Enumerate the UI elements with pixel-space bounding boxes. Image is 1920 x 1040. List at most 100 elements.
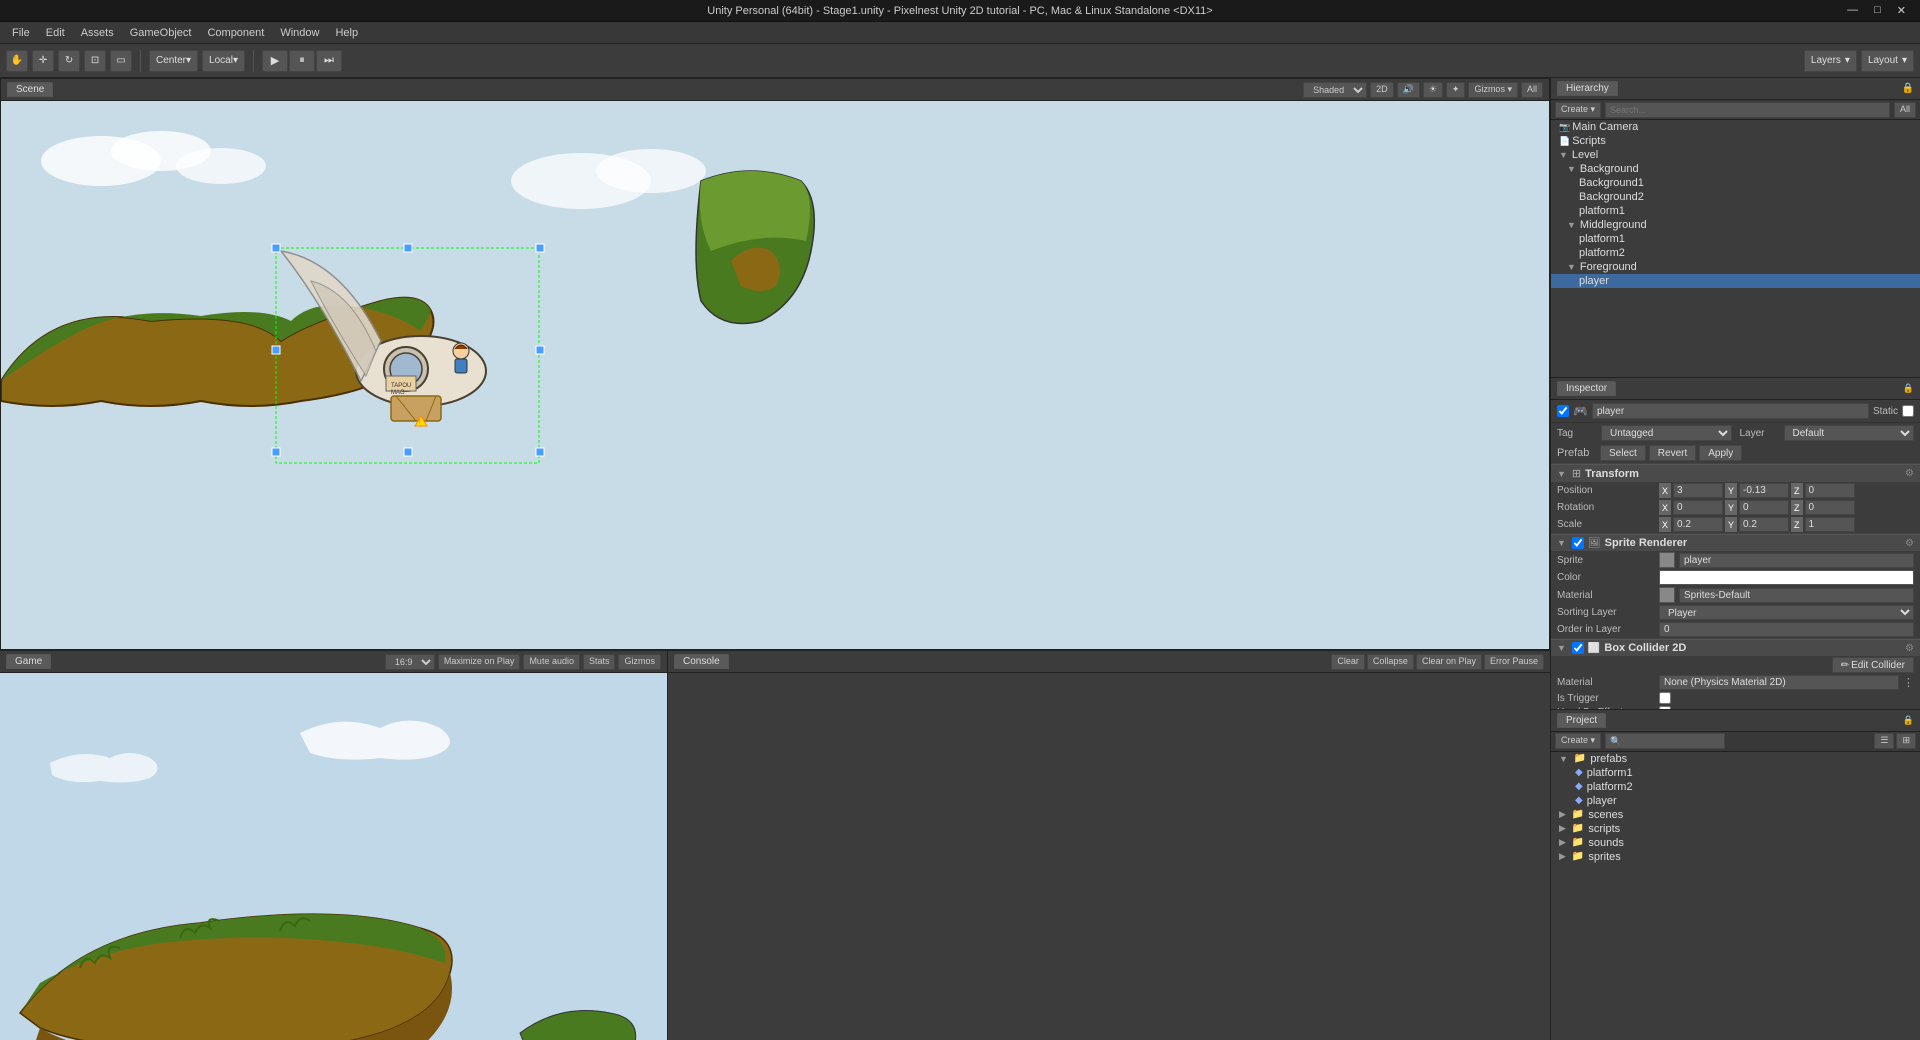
pos-y-input[interactable]: [1739, 483, 1789, 498]
pivot-dropdown[interactable]: Center ▾: [149, 50, 198, 72]
project-item-scripts[interactable]: ▶ 📁 scripts: [1551, 822, 1920, 836]
box-collider-enabled[interactable]: [1572, 642, 1584, 654]
apply-btn[interactable]: Apply: [1699, 445, 1742, 461]
material-field[interactable]: [1679, 588, 1914, 603]
project-grid-btn[interactable]: ⊞: [1896, 733, 1916, 749]
clear-on-play-btn[interactable]: Clear on Play: [1416, 654, 1482, 670]
sprite-field[interactable]: [1679, 553, 1914, 568]
scene-tab[interactable]: Scene: [7, 82, 53, 97]
box-collider-header[interactable]: ▼ ⬜ Box Collider 2D ⚙: [1551, 639, 1920, 656]
layers-dropdown[interactable]: Layers ▾: [1804, 50, 1857, 72]
menu-component[interactable]: Component: [199, 25, 272, 41]
scale-z-input[interactable]: [1805, 517, 1855, 532]
hierarchy-all-btn[interactable]: All: [1894, 102, 1916, 118]
project-search[interactable]: [1605, 733, 1725, 749]
play-button[interactable]: ▶: [262, 50, 288, 72]
lights-btn[interactable]: ☀: [1423, 82, 1443, 98]
collider-material-dots[interactable]: ⋮: [1903, 676, 1914, 689]
step-button[interactable]: ⏭: [316, 50, 342, 72]
hierarchy-item-platform1-mg[interactable]: platform1: [1551, 232, 1920, 246]
gizmos-btn[interactable]: Gizmos ▾: [1468, 82, 1518, 98]
rot-y-input[interactable]: [1739, 500, 1789, 515]
hierarchy-item-platform1-bg[interactable]: platform1: [1551, 204, 1920, 218]
project-item-platform2[interactable]: ◆ platform2: [1551, 780, 1920, 794]
transform-header[interactable]: ▼ ⊞ Transform ⚙: [1551, 464, 1920, 482]
fx-btn[interactable]: ✦: [1446, 82, 1466, 98]
hand-tool-btn[interactable]: ✋: [6, 50, 28, 72]
game-gizmos-btn[interactable]: Gizmos: [618, 654, 661, 670]
maximize-btn[interactable]: □: [1868, 4, 1887, 17]
object-name-field[interactable]: [1592, 403, 1869, 419]
transform-settings-icon[interactable]: ⚙: [1905, 468, 1914, 479]
menu-window[interactable]: Window: [272, 25, 327, 41]
menu-assets[interactable]: Assets: [73, 25, 122, 41]
hierarchy-item-scripts[interactable]: 📄 Scripts: [1551, 134, 1920, 148]
hierarchy-item-bg1[interactable]: Background1: [1551, 176, 1920, 190]
project-create-btn[interactable]: Create ▾: [1555, 733, 1601, 749]
revert-btn[interactable]: Revert: [1649, 445, 1696, 461]
aspect-dropdown[interactable]: 16:9: [385, 654, 435, 670]
minimize-btn[interactable]: —: [1841, 4, 1864, 17]
menu-file[interactable]: File: [4, 25, 38, 41]
error-pause-btn[interactable]: Error Pause: [1484, 654, 1544, 670]
space-dropdown[interactable]: Local ▾: [202, 50, 245, 72]
rect-tool-btn[interactable]: ▭: [110, 50, 132, 72]
collapse-btn[interactable]: Collapse: [1367, 654, 1414, 670]
project-item-player-prefab[interactable]: ◆ player: [1551, 794, 1920, 808]
order-in-layer-field[interactable]: [1659, 622, 1914, 637]
hierarchy-tab[interactable]: Hierarchy: [1557, 81, 1618, 96]
project-item-scenes[interactable]: ▶ 📁 scenes: [1551, 808, 1920, 822]
object-enabled-checkbox[interactable]: [1557, 405, 1569, 417]
hierarchy-item-level[interactable]: ▼ Level: [1551, 148, 1920, 162]
scale-tool-btn[interactable]: ⊡: [84, 50, 106, 72]
menu-help[interactable]: Help: [327, 25, 366, 41]
game-tab[interactable]: Game: [6, 654, 51, 669]
console-tab[interactable]: Console: [674, 654, 729, 669]
project-item-sounds[interactable]: ▶ 📁 sounds: [1551, 836, 1920, 850]
shading-dropdown[interactable]: Shaded: [1303, 82, 1367, 98]
scale-y-input[interactable]: [1739, 517, 1789, 532]
menu-gameobject[interactable]: GameObject: [122, 25, 200, 41]
hierarchy-item-main-camera[interactable]: 📷 Main Camera: [1551, 120, 1920, 134]
collider-material-field[interactable]: [1659, 675, 1899, 690]
rot-x-input[interactable]: [1673, 500, 1723, 515]
sorting-layer-dropdown[interactable]: Player: [1659, 605, 1914, 620]
maximize-on-play-btn[interactable]: Maximize on Play: [438, 654, 521, 670]
hierarchy-search[interactable]: [1605, 102, 1890, 118]
hierarchy-item-middleground[interactable]: ▼ Middleground: [1551, 218, 1920, 232]
select-btn[interactable]: Select: [1600, 445, 1646, 461]
hierarchy-item-platform2-mg[interactable]: platform2: [1551, 246, 1920, 260]
close-btn[interactable]: ✕: [1891, 4, 1912, 17]
inspector-tab[interactable]: Inspector: [1557, 381, 1616, 396]
mute-audio-btn[interactable]: Mute audio: [523, 654, 580, 670]
sprite-renderer-header[interactable]: ▼ 🖼 Sprite Renderer ⚙: [1551, 534, 1920, 551]
color-swatch[interactable]: [1659, 570, 1914, 585]
stats-btn[interactable]: Stats: [583, 654, 616, 670]
project-item-sprites[interactable]: ▶ 📁 sprites: [1551, 850, 1920, 864]
scene-canvas[interactable]: TAPOU MAG !: [1, 101, 1549, 649]
sprite-renderer-settings[interactable]: ⚙: [1905, 538, 1914, 549]
2d-toggle[interactable]: 2D: [1370, 82, 1394, 98]
rot-z-input[interactable]: [1805, 500, 1855, 515]
audio-btn[interactable]: 🔊: [1397, 82, 1420, 98]
rotate-tool-btn[interactable]: ↻: [58, 50, 80, 72]
layout-dropdown[interactable]: Layout ▾: [1861, 50, 1914, 72]
tag-dropdown[interactable]: Untagged: [1601, 425, 1732, 441]
scale-x-input[interactable]: [1673, 517, 1723, 532]
sprite-renderer-enabled[interactable]: [1572, 537, 1584, 549]
hierarchy-item-player[interactable]: player: [1551, 274, 1920, 288]
project-tab[interactable]: Project: [1557, 713, 1606, 728]
move-tool-btn[interactable]: ✛: [32, 50, 54, 72]
clear-btn[interactable]: Clear: [1331, 654, 1365, 670]
hierarchy-create-btn[interactable]: Create ▾: [1555, 102, 1601, 118]
hierarchy-item-bg2[interactable]: Background2: [1551, 190, 1920, 204]
is-trigger-checkbox[interactable]: [1659, 692, 1671, 704]
box-collider-settings[interactable]: ⚙: [1905, 643, 1914, 654]
edit-collider-btn[interactable]: ✏ Edit Collider: [1832, 657, 1914, 673]
scene-all-btn[interactable]: All: [1521, 82, 1543, 98]
scene-canvas-area[interactable]: TAPOU MAG !: [1, 101, 1549, 649]
project-item-prefabs[interactable]: ▼ 📁 prefabs: [1551, 752, 1920, 766]
menu-edit[interactable]: Edit: [38, 25, 73, 41]
hierarchy-item-foreground[interactable]: ▼ Foreground: [1551, 260, 1920, 274]
project-tree-btn[interactable]: ☰: [1874, 733, 1894, 749]
